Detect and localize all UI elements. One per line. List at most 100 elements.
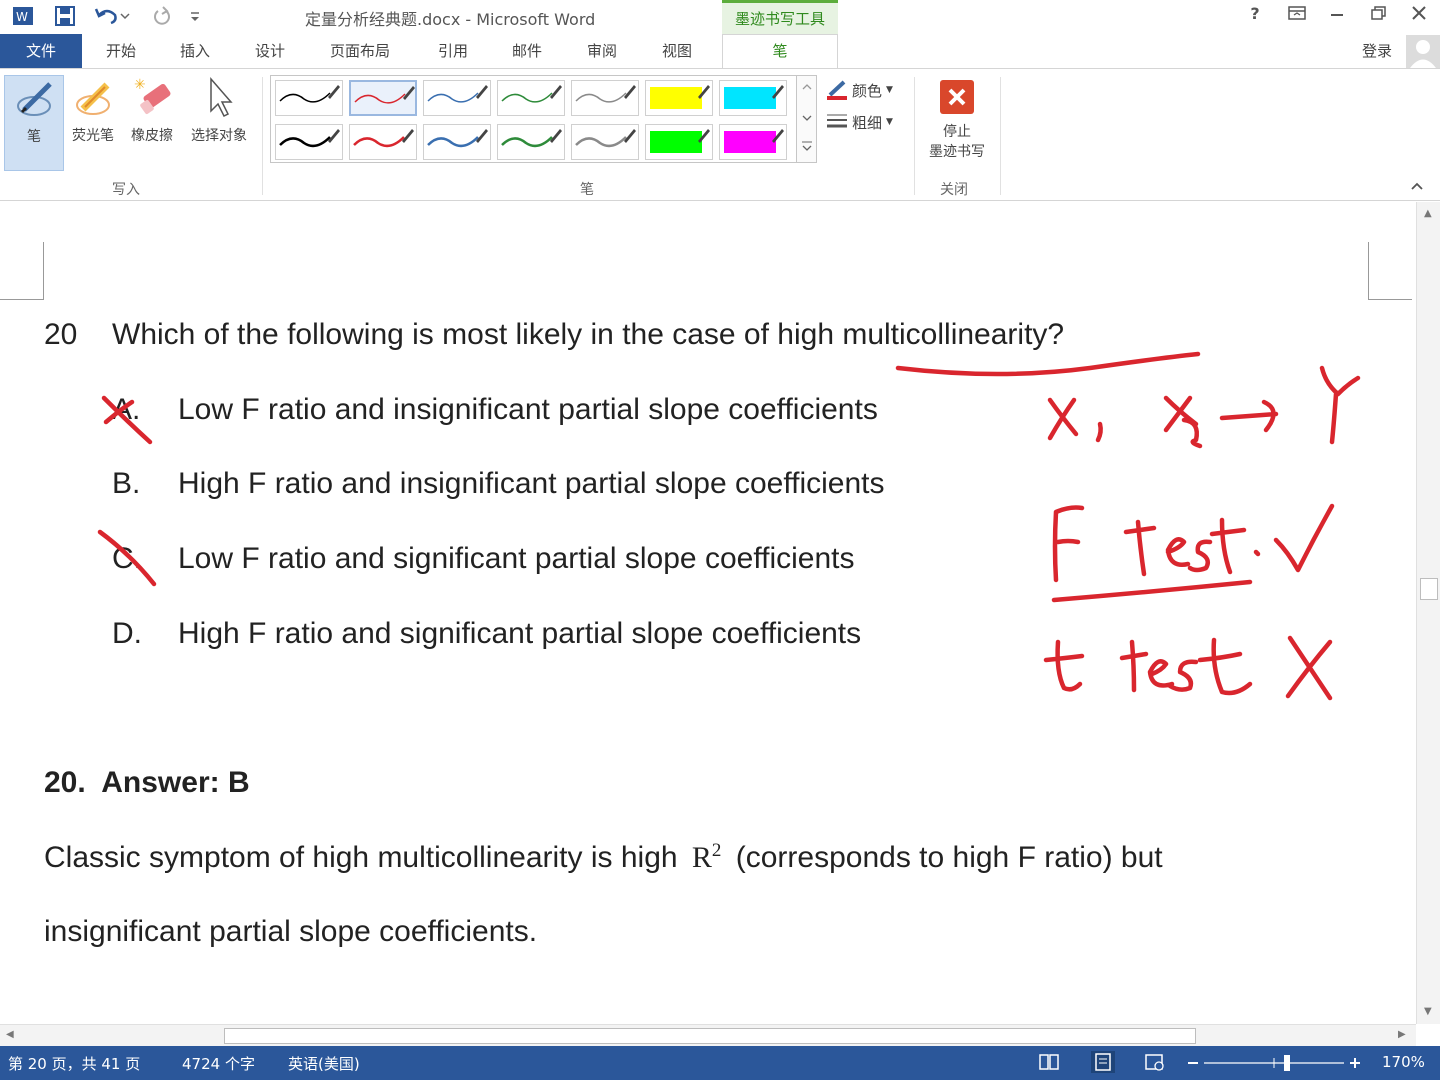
web-layout-icon[interactable] <box>1144 1052 1166 1076</box>
ink-dot <box>1253 549 1261 557</box>
restore-icon[interactable] <box>1364 4 1394 28</box>
horizontal-scrollbar[interactable]: ◀ ▶ <box>0 1024 1416 1046</box>
pen-style-swatch[interactable] <box>423 124 491 160</box>
vertical-scroll-thumb[interactable] <box>1420 578 1438 600</box>
pen-style-swatch[interactable] <box>275 124 343 160</box>
pen-style-swatch[interactable] <box>497 80 565 116</box>
pen-stroke-icon <box>354 86 415 104</box>
pen-stroke-icon <box>353 129 414 148</box>
pen-style-swatch[interactable] <box>497 124 565 160</box>
pen-style-gallery <box>270 75 797 163</box>
pen-stroke-icon <box>575 129 636 148</box>
pen-tool-button[interactable]: 笔 <box>4 75 64 171</box>
pen-stroke-icon <box>501 85 562 103</box>
save-icon[interactable] <box>52 4 78 28</box>
tab-insert[interactable]: 插入 <box>180 34 210 68</box>
group-divider <box>1000 77 1001 195</box>
pen-style-swatch[interactable] <box>423 80 491 116</box>
line-thickness-icon <box>827 114 847 128</box>
pen-stroke-icon <box>427 129 488 148</box>
ribbon-tab-bar: 文件 开始 插入 设计 页面布局 引用 邮件 审阅 视图 笔 登录 <box>0 34 1440 69</box>
pen-style-swatch[interactable] <box>719 124 787 160</box>
page-count[interactable]: 第 20 页，共 41 页 <box>8 1053 140 1074</box>
collapse-ribbon-icon[interactable] <box>1410 179 1424 195</box>
select-objects-button[interactable]: 选择对象 <box>184 75 254 145</box>
tab-pen[interactable]: 笔 <box>722 34 838 69</box>
chevron-down-icon: ▼ <box>886 117 893 127</box>
tab-page-layout[interactable]: 页面布局 <box>330 34 390 68</box>
undo-icon[interactable] <box>92 4 132 28</box>
zoom-out-button[interactable] <box>1186 1052 1200 1076</box>
pen-style-swatch[interactable] <box>645 124 713 160</box>
title-bar: W 定量分析经典题.docx - Microsoft Word 墨迹书写工具 ? <box>0 0 1440 34</box>
close-icon[interactable] <box>1404 4 1434 28</box>
group-divider <box>262 77 263 195</box>
language-indicator[interactable]: 英语(美国) <box>288 1053 360 1074</box>
ink-f-test-underline <box>1051 579 1253 603</box>
pen-style-swatch[interactable] <box>571 80 639 116</box>
pen-style-swatch[interactable] <box>275 80 343 116</box>
write-group-label: 写入 <box>112 182 140 198</box>
redo-icon[interactable] <box>148 4 174 28</box>
document-page[interactable]: 20 Which of the following is most likely… <box>0 202 1416 1024</box>
login-link[interactable]: 登录 <box>1362 40 1392 61</box>
eraser-tool-button[interactable]: ✳ 橡皮擦 <box>124 75 180 145</box>
print-layout-icon[interactable] <box>1090 1050 1116 1078</box>
stop-inking-button[interactable]: 停止 墨迹书写 <box>920 79 994 169</box>
vertical-scrollbar[interactable]: ▲ ▼ <box>1416 202 1440 1024</box>
pen-stroke-icon <box>650 85 710 109</box>
pen-stroke-icon <box>575 85 636 103</box>
pen-stroke-icon <box>279 129 340 148</box>
ink-underline-multicollinearity <box>895 351 1201 377</box>
ink-annotations <box>97 351 1361 701</box>
help-button[interactable]: ? <box>1240 4 1270 28</box>
stop-inking-icon <box>940 80 974 114</box>
word-logo-icon[interactable]: W <box>10 4 36 28</box>
pen-stroke-icon <box>724 85 784 109</box>
pen-thickness-dropdown[interactable]: 粗细 ▼ <box>826 111 893 133</box>
zoom-level[interactable]: 170% <box>1382 1053 1425 1071</box>
pen-color-label: 颜色 <box>852 81 883 100</box>
tab-design[interactable]: 设计 <box>255 34 285 68</box>
zoom-slider[interactable] <box>1204 1052 1344 1076</box>
pen-stroke-icon <box>501 129 562 148</box>
tab-references[interactable]: 引用 <box>438 34 468 68</box>
minimize-icon[interactable] <box>1322 4 1352 28</box>
pens-group-label: 笔 <box>580 182 594 198</box>
zoom-in-button[interactable] <box>1348 1052 1362 1076</box>
ink-y-label <box>1319 365 1361 445</box>
ribbon-display-options-icon[interactable] <box>1282 4 1312 28</box>
pen-style-swatch[interactable] <box>349 124 417 160</box>
pen-style-swatch[interactable] <box>645 80 713 116</box>
svg-text:✳: ✳ <box>134 77 146 93</box>
eraser-icon: ✳ <box>134 77 171 114</box>
tab-view[interactable]: 视图 <box>662 34 692 68</box>
pen-stroke-icon <box>650 129 710 153</box>
ink-strike-option-a <box>101 395 153 445</box>
ink-t-test-t <box>1043 639 1085 692</box>
tab-review[interactable]: 审阅 <box>587 34 617 68</box>
pen-color-dropdown[interactable]: 颜色 ▼ <box>826 79 893 101</box>
horizontal-scroll-thumb[interactable] <box>224 1028 1196 1044</box>
tab-file[interactable]: 文件 <box>0 34 82 68</box>
pen-style-swatch[interactable] <box>571 124 639 160</box>
pen-style-swatch[interactable] <box>349 80 417 116</box>
scroll-down-icon[interactable]: ▼ <box>1424 1006 1432 1017</box>
scroll-up-icon[interactable]: ▲ <box>1424 208 1432 219</box>
ink-f-test-word <box>1123 517 1247 577</box>
scroll-left-icon[interactable]: ◀ <box>6 1029 14 1040</box>
ink-arrow <box>1219 399 1279 433</box>
gallery-scroll[interactable] <box>797 75 817 163</box>
pen-icon <box>17 82 52 116</box>
pen-style-swatch[interactable] <box>719 80 787 116</box>
read-mode-icon[interactable] <box>1038 1052 1060 1076</box>
scroll-right-icon[interactable]: ▶ <box>1398 1029 1406 1040</box>
highlighter-tool-button[interactable]: 荧光笔 <box>66 75 120 145</box>
avatar[interactable] <box>1406 35 1440 68</box>
word-count[interactable]: 4724 个字 <box>182 1053 255 1074</box>
tab-home[interactable]: 开始 <box>106 34 136 68</box>
customize-quick-access-icon[interactable] <box>186 4 204 28</box>
tab-mailings[interactable]: 邮件 <box>512 34 542 68</box>
pen-stroke-icon <box>427 85 488 103</box>
ribbon: 笔 荧光笔 ✳ 橡皮擦 选择对象 写入 颜色 ▼ 粗细 ▼ 笔 停止 墨迹书写 … <box>0 68 1440 201</box>
